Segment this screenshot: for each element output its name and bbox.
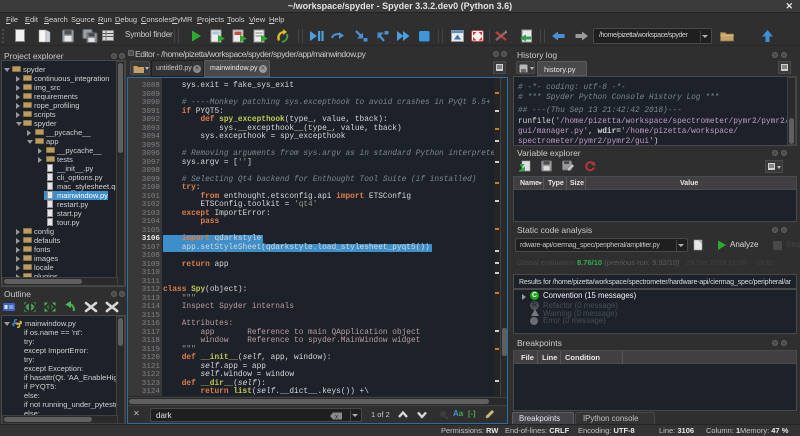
svg-text:6: 6 — [505, 29, 508, 34]
